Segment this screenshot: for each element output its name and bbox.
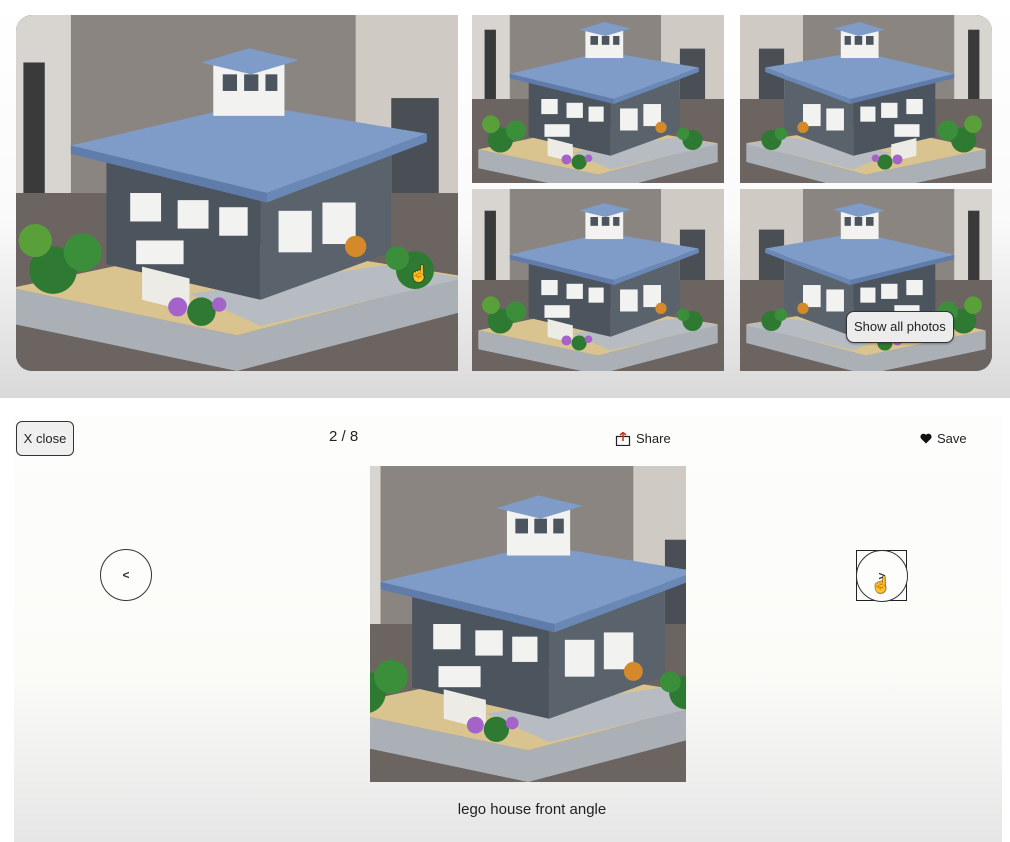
lego-house-photo-icon bbox=[370, 466, 686, 782]
lego-house-photo-icon bbox=[740, 15, 992, 183]
lightbox-photo bbox=[370, 466, 686, 782]
hand-pointer-icon: ☝ bbox=[871, 577, 891, 594]
gallery-photo-3[interactable] bbox=[740, 15, 992, 183]
lego-house-photo-icon bbox=[472, 15, 724, 183]
hand-pointer-icon: ☝ bbox=[409, 266, 429, 283]
gallery-photo-2[interactable] bbox=[472, 15, 724, 183]
previous-photo-button[interactable]: < bbox=[100, 549, 152, 601]
save-label: Save bbox=[937, 431, 967, 446]
share-button[interactable]: Share bbox=[615, 431, 671, 446]
share-icon bbox=[615, 431, 631, 446]
photo-counter: 2 / 8 bbox=[329, 428, 359, 445]
lego-house-photo-icon bbox=[472, 189, 724, 371]
photo-caption: lego house front angle bbox=[457, 801, 607, 818]
heart-icon bbox=[920, 433, 932, 444]
photo-gallery: Show all photos ☝ bbox=[0, 0, 1010, 398]
share-label: Share bbox=[636, 431, 671, 446]
gallery-photo-4[interactable] bbox=[472, 189, 724, 371]
gallery-photo-main[interactable] bbox=[16, 15, 458, 371]
lego-house-photo-icon bbox=[16, 15, 458, 371]
close-button[interactable]: X close bbox=[16, 421, 74, 456]
show-all-photos-button[interactable]: Show all photos bbox=[846, 311, 954, 343]
lego-house-photo-icon bbox=[740, 189, 992, 371]
photo-lightbox: X close 2 / 8 Share Save < > ☝ lego hous… bbox=[14, 415, 1002, 842]
next-photo-focus-outline: > ☝ bbox=[856, 550, 908, 602]
chevron-left-icon: < bbox=[122, 568, 130, 582]
save-button[interactable]: Save bbox=[920, 431, 967, 446]
gallery-photo-5[interactable] bbox=[740, 189, 992, 371]
